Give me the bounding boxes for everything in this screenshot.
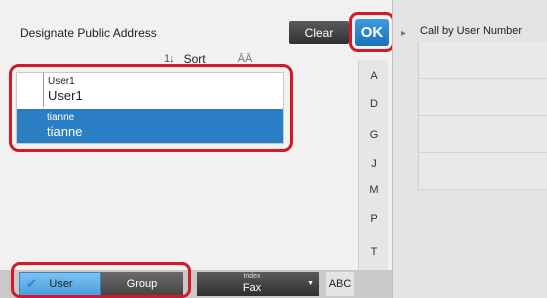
tab-highlight: [11, 262, 191, 298]
list-item[interactable]: [419, 116, 547, 153]
index-letter-a[interactable]: A: [359, 70, 389, 82]
list-item[interactable]: [419, 42, 547, 79]
abc-button[interactable]: ABC: [326, 272, 354, 296]
list-highlight: [9, 64, 293, 152]
index-caption: Index: [243, 273, 261, 280]
index-letter-t[interactable]: T: [359, 246, 389, 258]
index-letter-p[interactable]: P: [359, 213, 389, 225]
index-letter-m[interactable]: M: [359, 184, 389, 196]
index-letter-d[interactable]: D: [359, 98, 389, 110]
user-number-list: [418, 42, 547, 190]
index-select[interactable]: Index Fax ▼: [197, 272, 319, 296]
list-item[interactable]: [419, 79, 547, 116]
index-letter-bar: A D G J M P T W: [358, 60, 389, 291]
dropdown-arrow-icon: ▼: [307, 280, 314, 287]
ok-button-highlight: [349, 12, 395, 52]
dialog-title: Designate Public Address: [20, 26, 157, 40]
clear-button[interactable]: Clear: [289, 21, 349, 44]
list-item[interactable]: [419, 153, 547, 190]
expand-icon[interactable]: ▸: [401, 28, 406, 39]
index-letter-j[interactable]: J: [359, 158, 389, 170]
right-panel-title: Call by User Number: [420, 25, 523, 37]
index-letter-g[interactable]: G: [359, 129, 389, 141]
index-value: Fax: [242, 282, 262, 294]
